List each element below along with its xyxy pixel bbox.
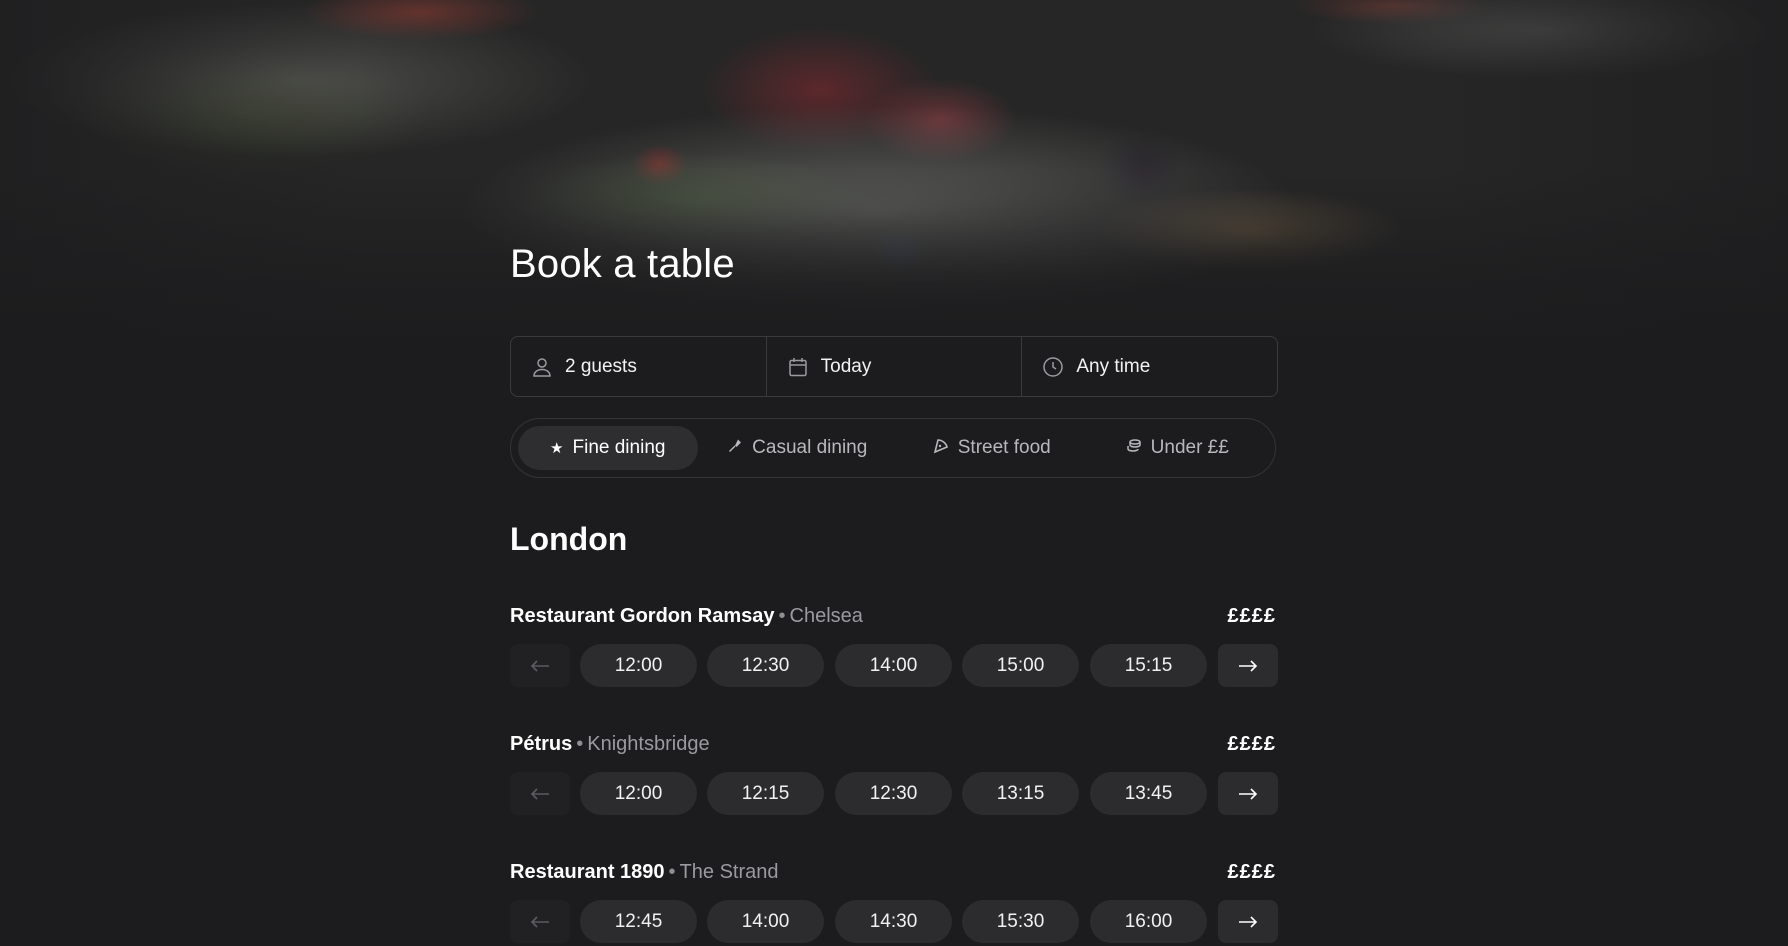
previous-slots-button[interactable]	[510, 900, 570, 943]
pizza-icon	[933, 438, 949, 458]
restaurant-name[interactable]: Restaurant Gordon Ramsay	[510, 605, 775, 627]
arrow-left-icon	[530, 787, 549, 800]
guests-selector[interactable]: 2 guests	[511, 337, 767, 396]
time-slot-button[interactable]: 13:15	[962, 772, 1079, 815]
separator-dot: •	[668, 861, 676, 883]
restaurant-area: The Strand	[679, 861, 779, 883]
time-slot-button[interactable]: 15:00	[962, 644, 1079, 687]
time-slot-button[interactable]: 12:00	[580, 644, 697, 687]
star-icon: ★	[550, 440, 564, 457]
restaurant-card: Pétrus • Knightsbridge ££££ 12:00 12:15 12…	[510, 733, 1278, 815]
coins-icon	[1126, 438, 1142, 458]
arrow-right-icon	[1239, 659, 1258, 672]
restaurant-name[interactable]: Pétrus	[510, 733, 572, 755]
time-slot-button[interactable]: 12:30	[835, 772, 952, 815]
time-slot-button[interactable]: 14:30	[835, 900, 952, 943]
restaurant-area: Knightsbridge	[587, 733, 710, 755]
tab-street-food[interactable]: Street food	[897, 426, 1087, 470]
tab-casual-dining[interactable]: Casual dining	[698, 426, 897, 470]
separator-dot: •	[778, 605, 786, 627]
time-value: Any time	[1076, 355, 1151, 377]
time-slot-button[interactable]: 15:30	[962, 900, 1079, 943]
arrow-left-icon	[530, 659, 549, 672]
arrow-left-icon	[530, 915, 549, 928]
time-slots: 12:00 12:30 14:00 15:00 15:15	[510, 644, 1278, 687]
time-slot-button[interactable]: 12:15	[707, 772, 824, 815]
time-slot-button[interactable]: 16:00	[1090, 900, 1207, 943]
tab-label: Fine dining	[572, 437, 666, 458]
city-heading: London	[510, 521, 628, 557]
tab-under-budget[interactable]: Under ££	[1086, 426, 1268, 470]
restaurant-name[interactable]: Restaurant 1890	[510, 861, 665, 883]
time-slots: 12:00 12:15 12:30 13:15 13:45	[510, 772, 1278, 815]
guests-value: 2 guests	[565, 355, 637, 377]
time-slot-button[interactable]: 13:45	[1090, 772, 1207, 815]
calendar-icon	[788, 357, 807, 376]
separator-dot: •	[576, 733, 584, 755]
arrow-right-icon	[1239, 787, 1258, 800]
person-icon	[533, 357, 551, 377]
tab-fine-dining[interactable]: ★ Fine dining	[518, 426, 698, 470]
price-level: ££££	[1227, 733, 1276, 755]
tab-label: Street food	[957, 437, 1051, 458]
next-slots-button[interactable]	[1218, 900, 1278, 943]
previous-slots-button[interactable]	[510, 644, 570, 687]
time-slot-button[interactable]: 12:00	[580, 772, 697, 815]
time-slot-button[interactable]: 15:15	[1090, 644, 1207, 687]
hero-vignette	[0, 0, 1788, 360]
clock-icon	[1043, 356, 1064, 377]
next-slots-button[interactable]	[1218, 772, 1278, 815]
price-level: ££££	[1227, 861, 1276, 883]
previous-slots-button[interactable]	[510, 772, 570, 815]
restaurant-card: Restaurant Gordon Ramsay • Chelsea ££££ 12…	[510, 605, 1278, 687]
time-selector[interactable]: Any time	[1022, 337, 1277, 396]
next-slots-button[interactable]	[1218, 644, 1278, 687]
arrow-right-icon	[1239, 915, 1258, 928]
tab-label: Casual dining	[752, 437, 868, 458]
time-slot-button[interactable]: 14:00	[707, 900, 824, 943]
page-title: Book a table	[510, 242, 735, 286]
restaurant-card: Restaurant 1890 • The Strand ££££ 12:45 14…	[510, 861, 1278, 943]
search-bar: 2 guests Today Any time	[510, 336, 1278, 397]
tab-label: Under ££	[1150, 437, 1229, 458]
time-slot-button[interactable]: 12:45	[580, 900, 697, 943]
utensil-icon	[727, 438, 743, 458]
restaurant-area: Chelsea	[789, 605, 863, 627]
time-slot-button[interactable]: 12:30	[707, 644, 824, 687]
date-selector[interactable]: Today	[767, 337, 1023, 396]
time-slots: 12:45 14:00 14:30 15:30 16:00	[510, 900, 1278, 943]
time-slot-button[interactable]: 14:00	[835, 644, 952, 687]
date-value: Today	[820, 355, 872, 377]
price-level: ££££	[1227, 605, 1276, 627]
category-tabs: ★ Fine dining Casual dining Street food …	[510, 418, 1276, 478]
